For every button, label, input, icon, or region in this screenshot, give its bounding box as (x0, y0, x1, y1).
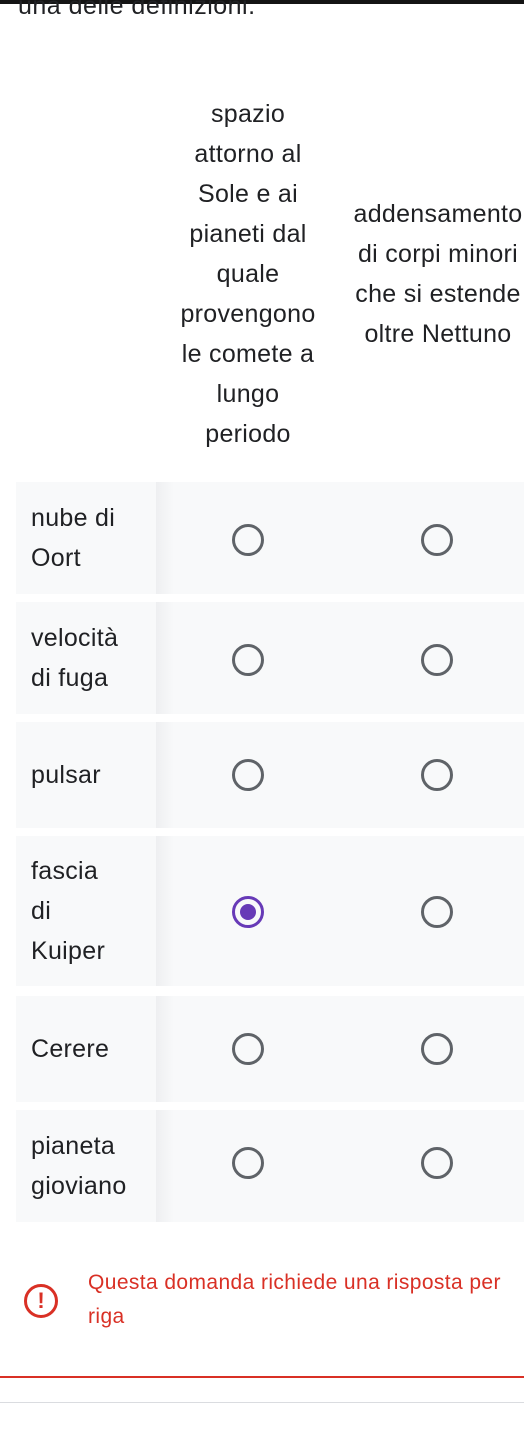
row-label: fascia di Kuiper (16, 836, 156, 986)
error-message: Questa domanda richiede una risposta per… (88, 1266, 524, 1334)
radio-button[interactable] (421, 524, 453, 556)
row-label-line: pulsar (31, 761, 101, 789)
row-label: nube di Oort (16, 482, 156, 594)
column-header-line: periodo (205, 420, 291, 448)
column-header-line: attorno al (194, 140, 302, 168)
radio-button[interactable] (421, 759, 453, 791)
row-label-line: fascia (31, 857, 99, 885)
radio-button[interactable] (232, 1033, 264, 1065)
row-label-line: pianeta (31, 1132, 116, 1160)
column-header-line: pianeti dal (189, 220, 307, 248)
error-underline (0, 1376, 524, 1378)
row-divider (156, 602, 174, 714)
radio-button[interactable] (421, 644, 453, 676)
radio-button[interactable] (421, 1033, 453, 1065)
grid-row: pianeta gioviano (16, 1110, 524, 1222)
column-header-line: le comete a (181, 340, 315, 368)
row-divider (156, 722, 174, 828)
column-header-line: che si estende (355, 280, 521, 308)
row-label-line: Cerere (31, 1035, 110, 1063)
row-divider (156, 996, 174, 1102)
radio-button[interactable] (421, 1147, 453, 1179)
row-divider (156, 1110, 174, 1222)
row-label-line: gioviano (31, 1172, 127, 1200)
column-header-line: quale (216, 260, 280, 288)
grid-row: Cerere (16, 996, 524, 1102)
row-label-line: velocità (31, 624, 119, 652)
row-label: pulsar (16, 722, 156, 828)
error-message-line: riga (88, 1305, 125, 1328)
row-label-line: Kuiper (31, 937, 106, 965)
intro-text: una delle definizioni. (18, 0, 256, 20)
radio-button[interactable] (232, 896, 264, 928)
row-divider (156, 482, 174, 594)
row-label: velocità di fuga (16, 602, 156, 714)
row-label: Cerere (16, 996, 156, 1102)
column-header-line: Sole e ai (198, 180, 298, 208)
row-label: pianeta gioviano (16, 1110, 156, 1222)
grid-row: pulsar (16, 722, 524, 828)
radio-button[interactable] (232, 644, 264, 676)
row-label-line: di fuga (31, 664, 109, 692)
column-header-line: provengono (180, 300, 316, 328)
row-label-line: Oort (31, 544, 81, 572)
column-header-line: addensamento (353, 200, 523, 228)
radio-button[interactable] (421, 896, 453, 928)
radio-button[interactable] (232, 1147, 264, 1179)
column-header-line: lungo (216, 380, 280, 408)
column-header-line: oltre Nettuno (364, 320, 512, 348)
grid-row: velocità di fuga (16, 602, 524, 714)
radio-button[interactable] (232, 759, 264, 791)
grid-row: nube di Oort (16, 482, 524, 594)
column-header-line: di corpi minori (357, 240, 519, 268)
error-message-line: Questa domanda richiede una risposta per (88, 1271, 501, 1294)
row-label-line: nube di (31, 504, 116, 532)
column-header-2: addensamento di corpi minori che si este… (338, 194, 524, 354)
row-divider (156, 836, 174, 986)
column-header-line: spazio (210, 100, 286, 128)
column-header-1: spazio attorno al Sole e ai pianeti dal … (158, 94, 338, 454)
radio-button[interactable] (232, 524, 264, 556)
row-label-line: di (31, 897, 52, 925)
grid-row: fascia di Kuiper (16, 836, 524, 986)
error-icon: ! (24, 1284, 58, 1318)
bottom-divider (0, 1402, 524, 1403)
